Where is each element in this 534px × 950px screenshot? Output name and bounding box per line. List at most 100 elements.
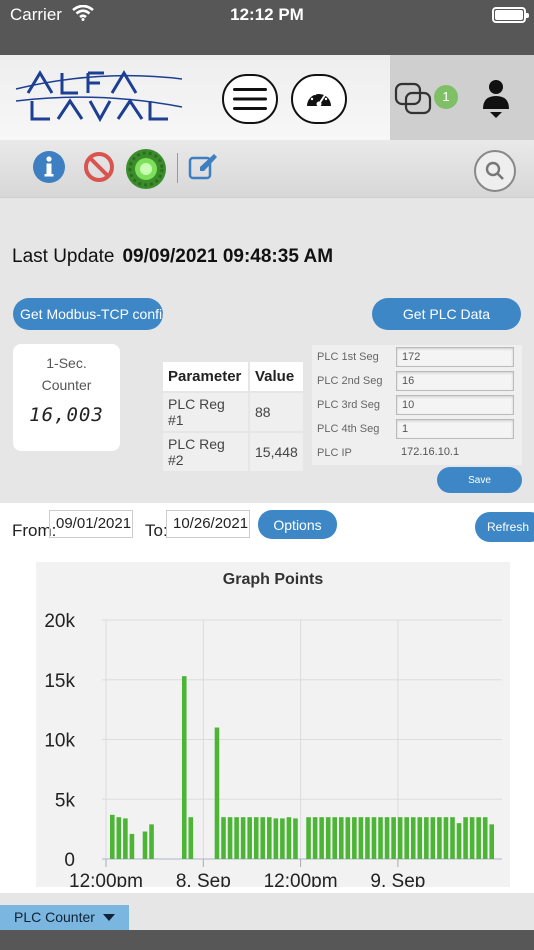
plc-ip-row: PLC IP 172.16.10.1: [312, 441, 522, 465]
counter-card: 1-Sec. Counter 16,003: [13, 344, 120, 451]
battery-icon: [492, 7, 529, 23]
get-plc-data-button[interactable]: Get PLC Data: [372, 298, 521, 330]
last-update: Last Update 09/09/2021 09:48:35 AM: [12, 246, 333, 268]
from-date-field[interactable]: 09/01/2021: [49, 510, 133, 538]
plc-config-panel: PLC 1st Seg 172 PLC 2nd Seg 16 PLC 3rd S…: [312, 345, 522, 465]
chart-bar: [345, 817, 351, 859]
chart-bar: [378, 817, 383, 859]
chart-bar: [332, 817, 338, 859]
counter-value: 16,003: [29, 404, 104, 426]
chart-bar: [482, 817, 488, 859]
status-bar: Carrier 12:12 PM: [0, 0, 534, 55]
plc-seg1-input[interactable]: 172: [396, 347, 514, 367]
chart-bar: [365, 817, 370, 859]
table-header-row: Parameter Value: [163, 362, 305, 392]
app-header: 1: [0, 55, 534, 140]
to-date-field[interactable]: 10/26/2021: [166, 510, 250, 538]
to-label: To:: [145, 521, 168, 540]
chart-bar: [319, 817, 324, 859]
table-row: PLC Reg #1 88: [163, 391, 305, 432]
dashboard-button[interactable]: [291, 74, 347, 124]
x-tick-label: 12:00pm: [264, 871, 338, 887]
chart-bar: [338, 817, 344, 859]
get-modbus-config-button[interactable]: Get Modbus-TCP config: [13, 298, 163, 330]
chart-bar: [410, 817, 416, 859]
table-row: PLC Reg #2 15,448: [163, 431, 305, 471]
plc-seg2-input[interactable]: 16: [396, 371, 514, 391]
y-tick-label: 5k: [55, 790, 76, 811]
table-header: Parameter: [163, 362, 250, 392]
x-tick-label: 8. Sep: [176, 871, 231, 887]
chart-bar: [280, 818, 285, 859]
chart-bar: [463, 817, 468, 859]
hamburger-icon: [233, 88, 267, 110]
options-button[interactable]: Options: [258, 510, 337, 539]
chart-bar: [443, 817, 449, 859]
chart-canvas: Graph Points 0 5k 10k 15k 20k 12:00pm 8. Sep 12:…: [44, 571, 502, 887]
plc-ip-label: PLC IP: [317, 447, 352, 459]
notification-badge: 1: [434, 85, 458, 109]
user-icon[interactable]: [481, 79, 511, 124]
chart-bar: [240, 817, 246, 859]
y-tick-label: 10k: [44, 731, 75, 752]
chart-bar: [397, 817, 403, 859]
chart-bar: [456, 823, 462, 859]
info-icon[interactable]: [32, 150, 66, 189]
search-button[interactable]: [474, 150, 516, 192]
chart-bar: [286, 817, 292, 859]
series-select[interactable]: PLC Counter: [0, 905, 129, 930]
block-icon[interactable]: [83, 150, 115, 189]
table-cell: PLC Reg #2: [163, 431, 250, 471]
chart-bar: [371, 817, 377, 859]
chart-bar: [391, 817, 396, 859]
chart-bar: [312, 817, 318, 859]
graph-points-chart: Graph Points 0 5k 10k 15k 20k 12:00pm 8. Sep 12:…: [36, 562, 510, 887]
connection-status-icon[interactable]: [124, 148, 168, 195]
chart-bar: [149, 824, 154, 859]
plc-seg4-input[interactable]: 1: [396, 419, 514, 439]
chart-bar: [358, 817, 364, 859]
counter-label-line1: 1-Sec.: [46, 355, 87, 371]
counter-label: 1-Sec. Counter: [13, 352, 120, 396]
chart-bar: [110, 814, 115, 859]
plc-seg4-label: PLC 4th Seg: [317, 423, 380, 435]
toolbar: [0, 140, 534, 198]
refresh-button[interactable]: Refresh: [475, 512, 534, 542]
toolbar-divider: [177, 153, 178, 183]
plc-seg3-label: PLC 3rd Seg: [317, 399, 380, 411]
chart-bar: [293, 818, 298, 859]
edit-icon[interactable]: [188, 152, 220, 187]
chart-title: Graph Points: [223, 571, 324, 588]
chart-bar: [234, 817, 239, 859]
chart-bar: [306, 817, 311, 859]
menu-button[interactable]: [222, 74, 278, 124]
plc-seg3-input[interactable]: 10: [396, 395, 514, 415]
save-button[interactable]: Save: [437, 467, 522, 493]
chart-bar: [116, 817, 122, 859]
plc-seg2-row: PLC 2nd Seg 16: [312, 369, 522, 393]
chart-bar: [352, 817, 357, 859]
plc-seg1-label: PLC 1st Seg: [317, 351, 379, 363]
chart-bar: [476, 817, 481, 859]
x-tick-label: 12:00pm: [69, 871, 143, 887]
plc-seg2-label: PLC 2nd Seg: [317, 375, 383, 387]
y-tick-label: 0: [64, 850, 75, 871]
search-icon: [485, 161, 504, 180]
messages-icon[interactable]: [394, 81, 434, 122]
plc-ip-value: 172.16.10.1: [401, 446, 460, 458]
chart-bar: [260, 817, 266, 859]
caret-down-icon: [103, 914, 115, 921]
chart-bar: [325, 817, 331, 859]
chart-bar: [247, 817, 252, 859]
plc-seg4-row: PLC 4th Seg 1: [312, 417, 522, 441]
speedometer-icon: [307, 91, 331, 107]
chart-bar: [489, 824, 495, 859]
chart-bar: [384, 817, 390, 859]
chart-bar: [123, 818, 128, 859]
chart-bar: [469, 817, 475, 859]
chart-bar: [142, 831, 148, 859]
plc-seg1-row: PLC 1st Seg 172: [312, 345, 522, 369]
plc-seg3-row: PLC 3rd Seg 10: [312, 393, 522, 417]
y-tick-label: 15k: [44, 671, 75, 692]
chart-bar: [404, 817, 409, 859]
